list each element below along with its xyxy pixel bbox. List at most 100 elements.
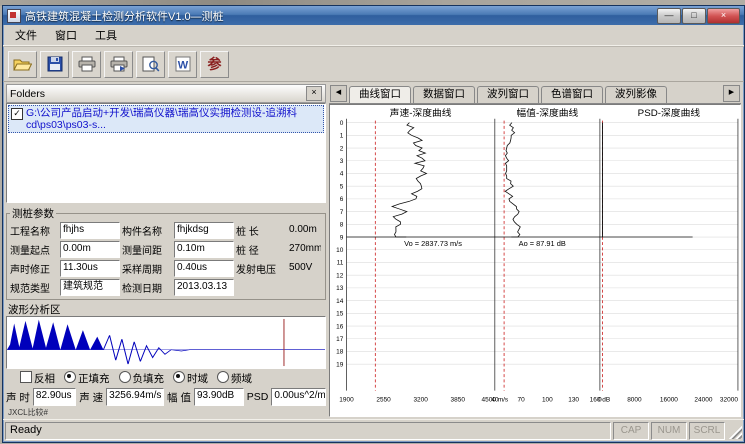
x-axis-tick: 100	[542, 396, 553, 403]
tabs-scroll-left-icon[interactable]: ◀	[330, 85, 347, 102]
file-checkbox-checked-icon[interactable]: ✓	[11, 108, 23, 120]
status-num-indicator: NUM	[651, 422, 687, 440]
project-name-field[interactable]: fhjhs	[60, 222, 120, 239]
depth-tick-label: 9	[340, 234, 344, 241]
chart-title: 声速-深度曲线	[390, 107, 452, 119]
waveform-panel[interactable]	[6, 316, 326, 369]
depth-tick-label: 6	[340, 196, 344, 203]
chart-title: PSD-深度曲线	[638, 107, 701, 119]
window-title: 高铁建筑混凝土检测分析软件V1.0—测桩	[25, 8, 224, 24]
tab-wave-image[interactable]: 波列影像	[605, 86, 667, 103]
sample-period-field[interactable]: 0.40us	[174, 260, 234, 277]
param-label: 采样周期	[122, 261, 172, 276]
app-icon	[7, 9, 21, 23]
depth-tick-label: 16	[336, 323, 344, 330]
radio-on-icon[interactable]	[64, 371, 76, 383]
word-doc-icon: W	[175, 56, 191, 72]
right-panel: ◀ 曲线窗口 数据窗口 波列窗口 色谱窗口 波列影像 ▶ 声速-深度曲线幅值-深…	[329, 84, 741, 417]
sound-time-field[interactable]: 82.90us	[33, 388, 76, 406]
sound-speed-field[interactable]: 3256.94m/s	[106, 388, 164, 406]
param-spacer	[286, 279, 322, 296]
menu-window[interactable]: 窗口	[46, 25, 86, 46]
invert-checkbox[interactable]: 反相	[20, 371, 55, 386]
folders-header: Folders ×	[6, 84, 326, 103]
freq-domain-radio[interactable]: 频域	[217, 371, 252, 386]
tab-curve-window[interactable]: 曲线窗口	[349, 86, 411, 103]
radio-off-icon[interactable]	[119, 371, 131, 383]
component-name-field[interactable]: fhjkdsg	[174, 222, 234, 239]
export-word-button[interactable]: W	[168, 51, 197, 78]
display-controls: 反相 正填充 负填充 时域 频域	[6, 369, 326, 387]
x-axis-tick: 24000	[694, 396, 713, 403]
tab-wave-window[interactable]: 波列窗口	[477, 86, 539, 103]
menu-file[interactable]: 文件	[6, 25, 46, 46]
depth-tick-label: 2	[340, 145, 344, 152]
pile-diameter-value: 270mm	[286, 241, 322, 258]
checkbox-icon[interactable]	[20, 371, 32, 383]
pile-params-title: 测桩参数	[10, 206, 56, 221]
print-button[interactable]	[72, 51, 101, 78]
test-date-field[interactable]: 2013.03.13	[174, 279, 234, 296]
pile-params-group: 测桩参数 工程名称 fhjhs 构件名称 fhjkdsg 桩 长 0.00m 测…	[6, 206, 326, 300]
left-panel: Folders × ✓ G:\公司产品启动+开发\瑞高仪器\瑞高仪实拥检测设-追…	[6, 84, 326, 417]
floppy-icon	[47, 56, 63, 72]
radio-on-icon[interactable]	[173, 371, 185, 383]
print-preview-button[interactable]	[136, 51, 165, 78]
radio-off-icon[interactable]	[217, 371, 229, 383]
negative-fill-radio[interactable]: 负填充	[119, 371, 165, 386]
file-list-item[interactable]: ✓ G:\公司产品启动+开发\瑞高仪器\瑞高仪实拥检测设-追溯科cd\ps03\…	[8, 105, 324, 133]
pile-length-value: 0.00m	[286, 222, 322, 239]
menubar: 文件 窗口 工具	[3, 25, 744, 46]
main-area: Folders × ✓ G:\公司产品启动+开发\瑞高仪器\瑞高仪实拥检测设-追…	[3, 82, 744, 419]
param-label: 声时修正	[10, 261, 58, 276]
menu-tools[interactable]: 工具	[86, 25, 126, 46]
time-correction-field[interactable]: 11.30us	[60, 260, 120, 277]
preview-magnifier-icon	[142, 56, 160, 72]
open-folder-icon	[13, 57, 32, 72]
parameter-button[interactable]: 参	[200, 51, 229, 78]
x-axis-tick: 70	[517, 396, 525, 403]
time-domain-radio[interactable]: 时域	[173, 371, 208, 386]
resize-grip[interactable]	[727, 423, 742, 439]
spec-type-field[interactable]: 建筑规范	[60, 279, 120, 296]
positive-fill-radio[interactable]: 正填充	[64, 371, 110, 386]
sound-time-label: 声 时	[6, 390, 30, 405]
depth-tick-label: 7	[340, 209, 344, 216]
time-domain-label: 时域	[187, 373, 208, 385]
measure-start-field[interactable]: 0.00m	[60, 241, 120, 258]
open-file-button[interactable]	[8, 51, 37, 78]
save-button[interactable]	[40, 51, 69, 78]
tab-data-window[interactable]: 数据窗口	[413, 86, 475, 103]
close-button[interactable]: ×	[707, 8, 740, 24]
x-axis-tick: 0	[598, 396, 602, 403]
pile-params-grid: 工程名称 fhjhs 构件名称 fhjkdsg 桩 长 0.00m 测量起点 0…	[10, 222, 322, 296]
psd-field[interactable]: 0.00us^2/m	[271, 388, 326, 406]
titlebar[interactable]: 高铁建筑混凝土检测分析软件V1.0—测桩 — □ ×	[3, 6, 744, 25]
param-label: 工程名称	[10, 223, 58, 238]
x-axis-tick: 3200	[413, 396, 428, 403]
wave-section-title: 波形分析区	[6, 300, 326, 316]
app-window: 高铁建筑混凝土检测分析软件V1.0—测桩 — □ × 文件 窗口 工具 W	[2, 5, 745, 443]
measure-interval-field[interactable]: 0.10m	[174, 241, 234, 258]
depth-curves-panel[interactable]: 声速-深度曲线幅值-深度曲线PSD-深度曲线012345678910111213…	[329, 104, 741, 417]
statusbar: Ready CAP NUM SCRL	[3, 419, 744, 442]
tabs-scroll-right-icon[interactable]: ▶	[723, 85, 740, 102]
sound-speed-label: 声 速	[79, 390, 103, 405]
file-path-label: G:\公司产品启动+开发\瑞高仪器\瑞高仪实拥检测设-追溯科cd\ps03\ps…	[26, 107, 321, 131]
invert-label: 反相	[34, 373, 55, 385]
depth-tick-label: 3	[340, 158, 344, 165]
file-list[interactable]: ✓ G:\公司产品启动+开发\瑞高仪器\瑞高仪实拥检测设-追溯科cd\ps03\…	[6, 103, 326, 203]
waveform-tail	[103, 335, 325, 364]
tabbar: ◀ 曲线窗口 数据窗口 波列窗口 色谱窗口 波列影像 ▶	[329, 84, 741, 104]
folders-close-button[interactable]: ×	[306, 86, 322, 101]
minimize-button[interactable]: —	[657, 8, 681, 24]
tab-spectrum-window[interactable]: 色谱窗口	[541, 86, 603, 103]
amplitude-field[interactable]: 93.90dB	[194, 388, 244, 406]
depth-tick-label: 11	[337, 260, 344, 267]
print-setup-button[interactable]	[104, 51, 133, 78]
maximize-button[interactable]: □	[682, 8, 706, 24]
param-label: 桩 径	[236, 242, 284, 257]
word-letter: W	[177, 60, 188, 72]
amplitude-annotation: Ao = 87.91 dB	[519, 239, 566, 248]
toolbar: W 参	[3, 46, 744, 82]
